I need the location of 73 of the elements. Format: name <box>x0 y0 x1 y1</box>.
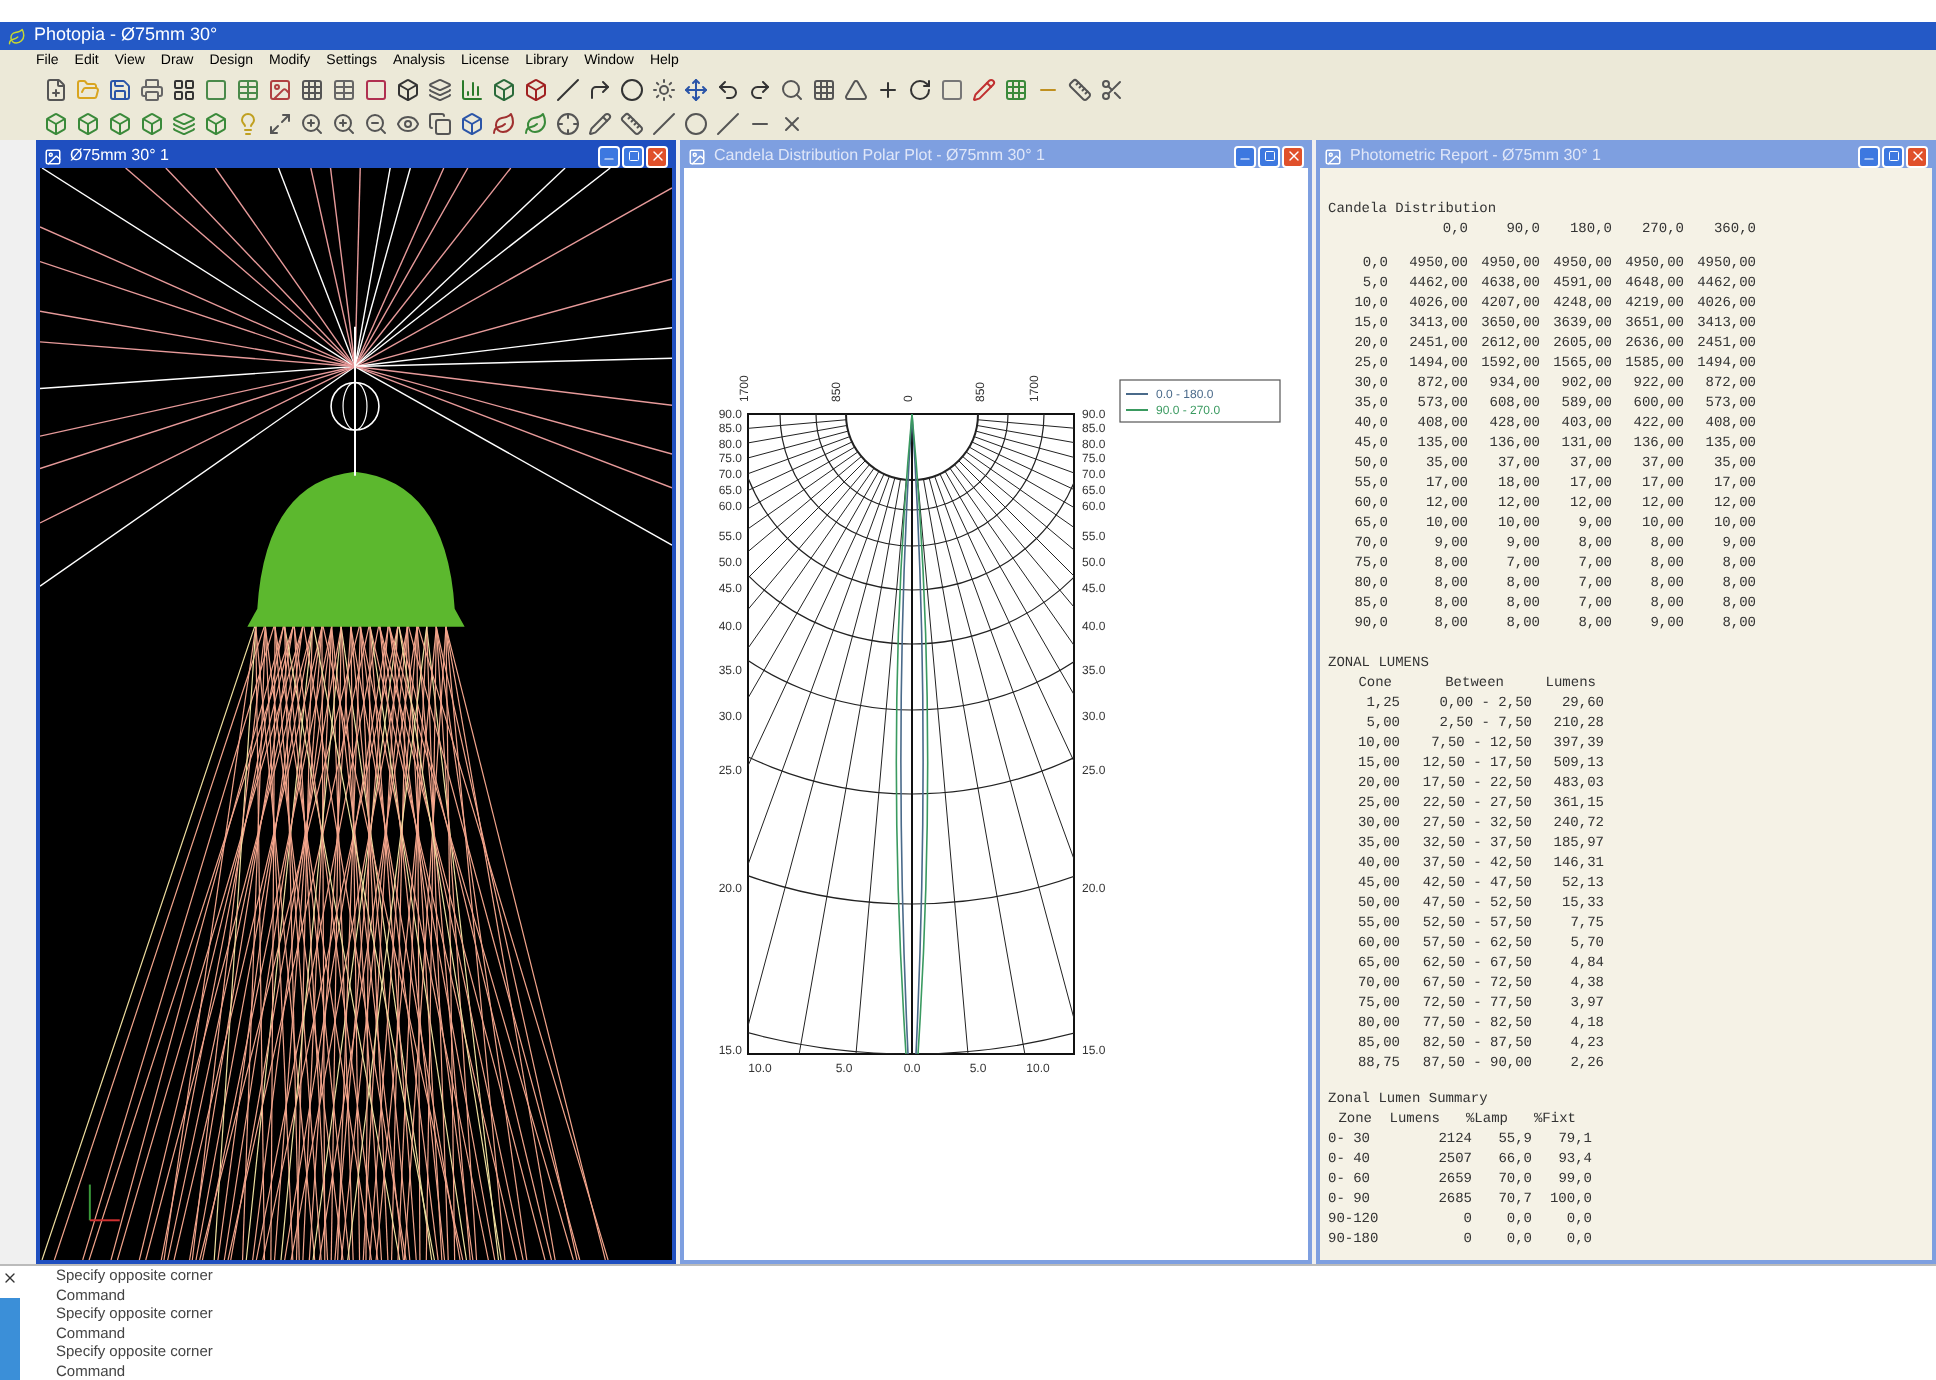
box-icon[interactable] <box>460 111 484 135</box>
square-icon[interactable] <box>364 77 388 101</box>
line-icon[interactable] <box>652 111 676 135</box>
zoom-extents-icon[interactable] <box>268 111 292 135</box>
layers-icon[interactable] <box>172 111 196 135</box>
square-icon[interactable] <box>204 77 228 101</box>
close-icon[interactable] <box>2 1270 18 1286</box>
leaf-icon[interactable] <box>492 111 516 135</box>
eye-icon[interactable] <box>396 111 420 135</box>
ruler-icon[interactable] <box>620 111 644 135</box>
grid-icon[interactable] <box>812 77 836 101</box>
plus-icon[interactable] <box>876 77 900 101</box>
ruler-icon[interactable] <box>1068 77 1092 101</box>
search-icon[interactable] <box>780 77 804 101</box>
window-title: Photopia - Ø75mm 30° <box>34 22 218 49</box>
layers-icon[interactable] <box>428 77 452 101</box>
maximize-button[interactable] <box>1882 145 1904 167</box>
line-icon[interactable] <box>556 77 580 101</box>
close-button[interactable] <box>646 145 668 167</box>
rotate-icon[interactable] <box>908 77 932 101</box>
axis-icon <box>88 1183 121 1222</box>
scissors-icon[interactable] <box>1100 77 1124 101</box>
circle-icon[interactable] <box>620 77 644 101</box>
close-button[interactable] <box>1906 145 1928 167</box>
copy-icon[interactable] <box>428 111 452 135</box>
zoom-in-icon[interactable] <box>332 111 356 135</box>
redo-icon[interactable] <box>748 77 772 101</box>
image-icon[interactable] <box>268 77 292 101</box>
square-icon[interactable] <box>940 77 964 101</box>
curve-icon[interactable] <box>588 77 612 101</box>
grid-icon[interactable] <box>300 77 324 101</box>
pencil-icon[interactable] <box>972 77 996 101</box>
pencil-icon[interactable] <box>588 111 612 135</box>
maximize-button[interactable] <box>622 145 644 167</box>
table-icon[interactable] <box>332 77 356 101</box>
grid-icon[interactable] <box>172 77 196 101</box>
sun-icon[interactable] <box>652 77 676 101</box>
print-icon[interactable] <box>140 77 164 101</box>
close-button[interactable] <box>1282 145 1304 167</box>
zoom-in-icon[interactable] <box>300 111 324 135</box>
leaf-icon[interactable] <box>524 111 548 135</box>
zoom-out-icon[interactable] <box>364 111 388 135</box>
table-icon[interactable] <box>236 77 260 101</box>
box-icon[interactable] <box>492 77 516 101</box>
window-icon <box>44 147 62 165</box>
close-icon <box>1285 148 1301 164</box>
minimize-button[interactable] <box>1858 145 1880 167</box>
app-icon <box>8 27 26 45</box>
maximize-icon <box>1263 150 1275 162</box>
window-title: Candela Distribution Polar Plot - Ø75mm 30° 1 <box>714 148 1045 164</box>
circle-icon[interactable] <box>684 111 708 135</box>
bar-chart-icon[interactable] <box>460 77 484 101</box>
new-file-icon[interactable] <box>44 77 68 101</box>
move-icon[interactable] <box>684 77 708 101</box>
minimize-button[interactable] <box>598 145 620 167</box>
minimize-button[interactable] <box>1234 145 1256 167</box>
window-title: Photometric Report - Ø75mm 30° 1 <box>1350 148 1601 164</box>
maximize-button[interactable] <box>1258 145 1280 167</box>
cross-icon[interactable] <box>780 111 804 135</box>
maximize-icon <box>627 150 639 162</box>
save-icon[interactable] <box>108 77 132 101</box>
box-icon[interactable] <box>396 77 420 101</box>
maximize-icon <box>1887 150 1899 162</box>
undo-icon[interactable] <box>716 77 740 101</box>
line-icon[interactable] <box>716 111 740 135</box>
triangle-icon[interactable] <box>844 77 868 101</box>
crosshair-icon[interactable] <box>556 111 580 135</box>
close-icon <box>1909 148 1925 164</box>
window-title: Ø75mm 30° 1 <box>70 148 169 164</box>
box-icon[interactable] <box>524 77 548 101</box>
side-strip <box>0 1298 20 1380</box>
window-icon <box>1324 147 1342 165</box>
close-icon <box>649 148 665 164</box>
